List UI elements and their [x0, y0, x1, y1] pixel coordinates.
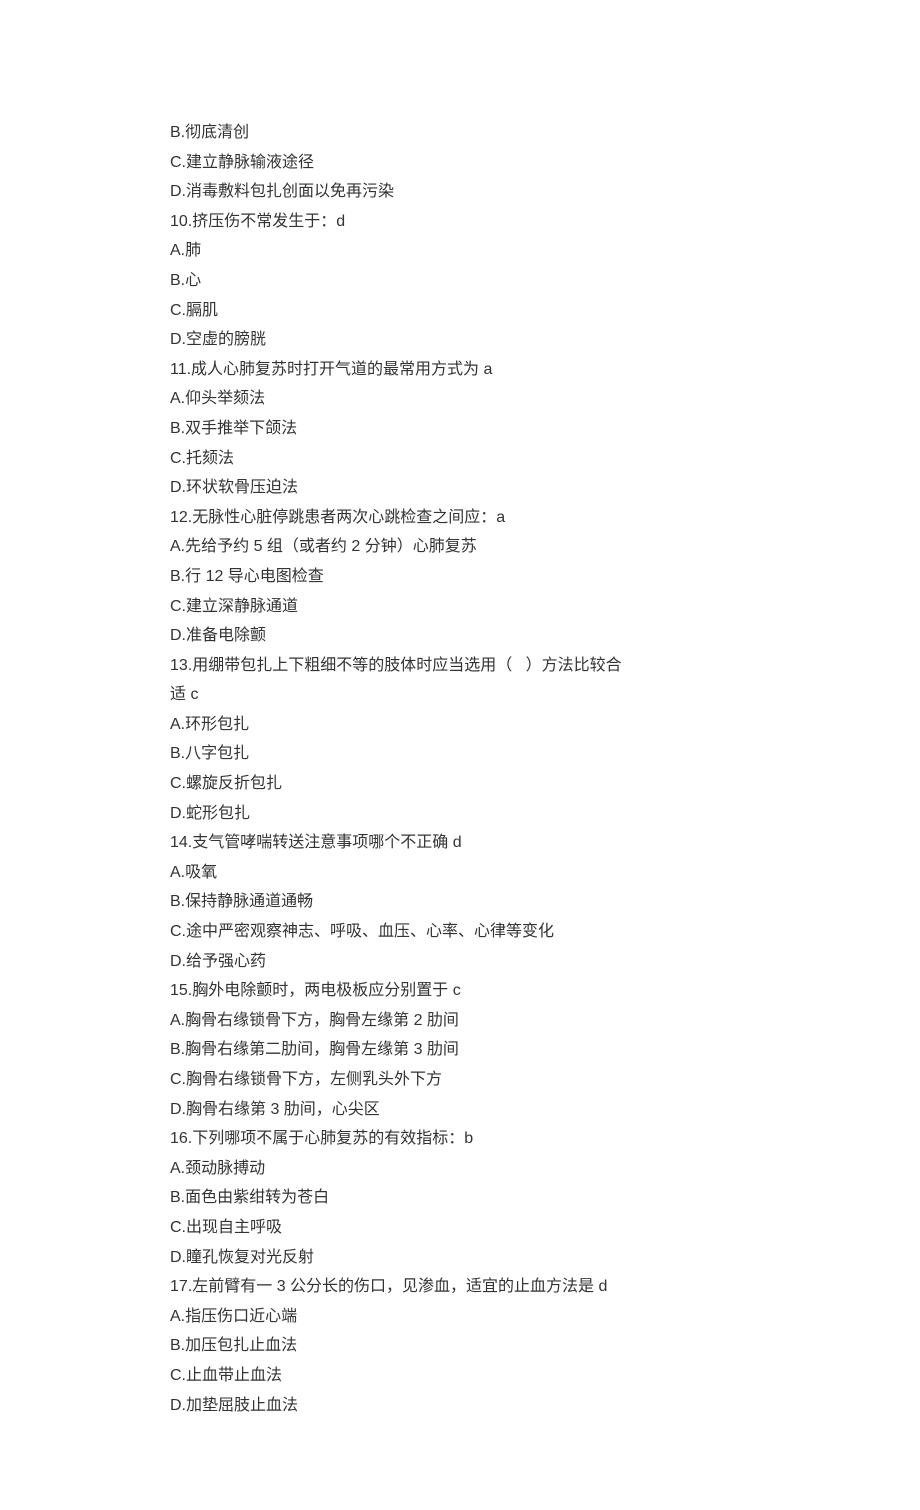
text-line: 17.左前臂有一 3 公分长的伤口，见渗血，适宜的止血方法是 d: [170, 1272, 750, 1302]
text-line: B.心: [170, 266, 750, 296]
text-line: 适 c: [170, 680, 750, 710]
text-line: B.八字包扎: [170, 739, 750, 769]
text-line: D.空虚的膀胱: [170, 325, 750, 355]
text-line: 16.下列哪项不属于心肺复苏的有效指标：b: [170, 1124, 750, 1154]
text-line: D.蛇形包扎: [170, 799, 750, 829]
text-line: C.建立静脉输液途径: [170, 148, 750, 178]
text-line: A.环形包扎: [170, 710, 750, 740]
document-page: B.彻底清创 C.建立静脉输液途径 D.消毒敷料包扎创面以免再污染 10.挤压伤…: [0, 0, 920, 1510]
text-line: 12.无脉性心脏停跳患者两次心跳检查之间应：a: [170, 503, 750, 533]
text-line: B.双手推举下颌法: [170, 414, 750, 444]
text-line: 10.挤压伤不常发生于：d: [170, 207, 750, 237]
text-line: B.面色由紫绀转为苍白: [170, 1183, 750, 1213]
text-line: C.建立深静脉通道: [170, 592, 750, 622]
text-line: D.给予强心药: [170, 947, 750, 977]
text-line: C.途中严密观察神志、呼吸、血压、心率、心律等变化: [170, 917, 750, 947]
text-line: D.准备电除颤: [170, 621, 750, 651]
text-line: A.仰头举颏法: [170, 384, 750, 414]
text-line: B.加压包扎止血法: [170, 1331, 750, 1361]
text-line: A.吸氧: [170, 858, 750, 888]
text-line: C.胸骨右缘锁骨下方，左侧乳头外下方: [170, 1065, 750, 1095]
text-line: A.胸骨右缘锁骨下方，胸骨左缘第 2 肋间: [170, 1006, 750, 1036]
text-line: D.环状软骨压迫法: [170, 473, 750, 503]
text-line: A.指压伤口近心端: [170, 1302, 750, 1332]
text-line: A.肺: [170, 236, 750, 266]
text-line: B.行 12 导心电图检查: [170, 562, 750, 592]
text-line: C.螺旋反折包扎: [170, 769, 750, 799]
text-line: C.托颏法: [170, 444, 750, 474]
text-line: D.瞳孔恢复对光反射: [170, 1243, 750, 1273]
text-line: B.彻底清创: [170, 118, 750, 148]
text-line: 11.成人心肺复苏时打开气道的最常用方式为 a: [170, 355, 750, 385]
text-line: A.颈动脉搏动: [170, 1154, 750, 1184]
text-line: B.保持静脉通道通畅: [170, 887, 750, 917]
text-line: 14.支气管哮喘转送注意事项哪个不正确 d: [170, 828, 750, 858]
text-line: 15.胸外电除颤时，两电极板应分别置于 c: [170, 976, 750, 1006]
text-line: 13.用绷带包扎上下粗细不等的肢体时应当选用（ ）方法比较合: [170, 651, 750, 681]
text-line: D.加垫屈肢止血法: [170, 1391, 750, 1421]
text-line: C.出现自主呼吸: [170, 1213, 750, 1243]
text-line: D.胸骨右缘第 3 肋间，心尖区: [170, 1095, 750, 1125]
text-line: A.先给予约 5 组（或者约 2 分钟）心肺复苏: [170, 532, 750, 562]
text-line: B.胸骨右缘第二肋间，胸骨左缘第 3 肋间: [170, 1035, 750, 1065]
text-line: C.止血带止血法: [170, 1361, 750, 1391]
text-line: D.消毒敷料包扎创面以免再污染: [170, 177, 750, 207]
text-line: C.膈肌: [170, 296, 750, 326]
